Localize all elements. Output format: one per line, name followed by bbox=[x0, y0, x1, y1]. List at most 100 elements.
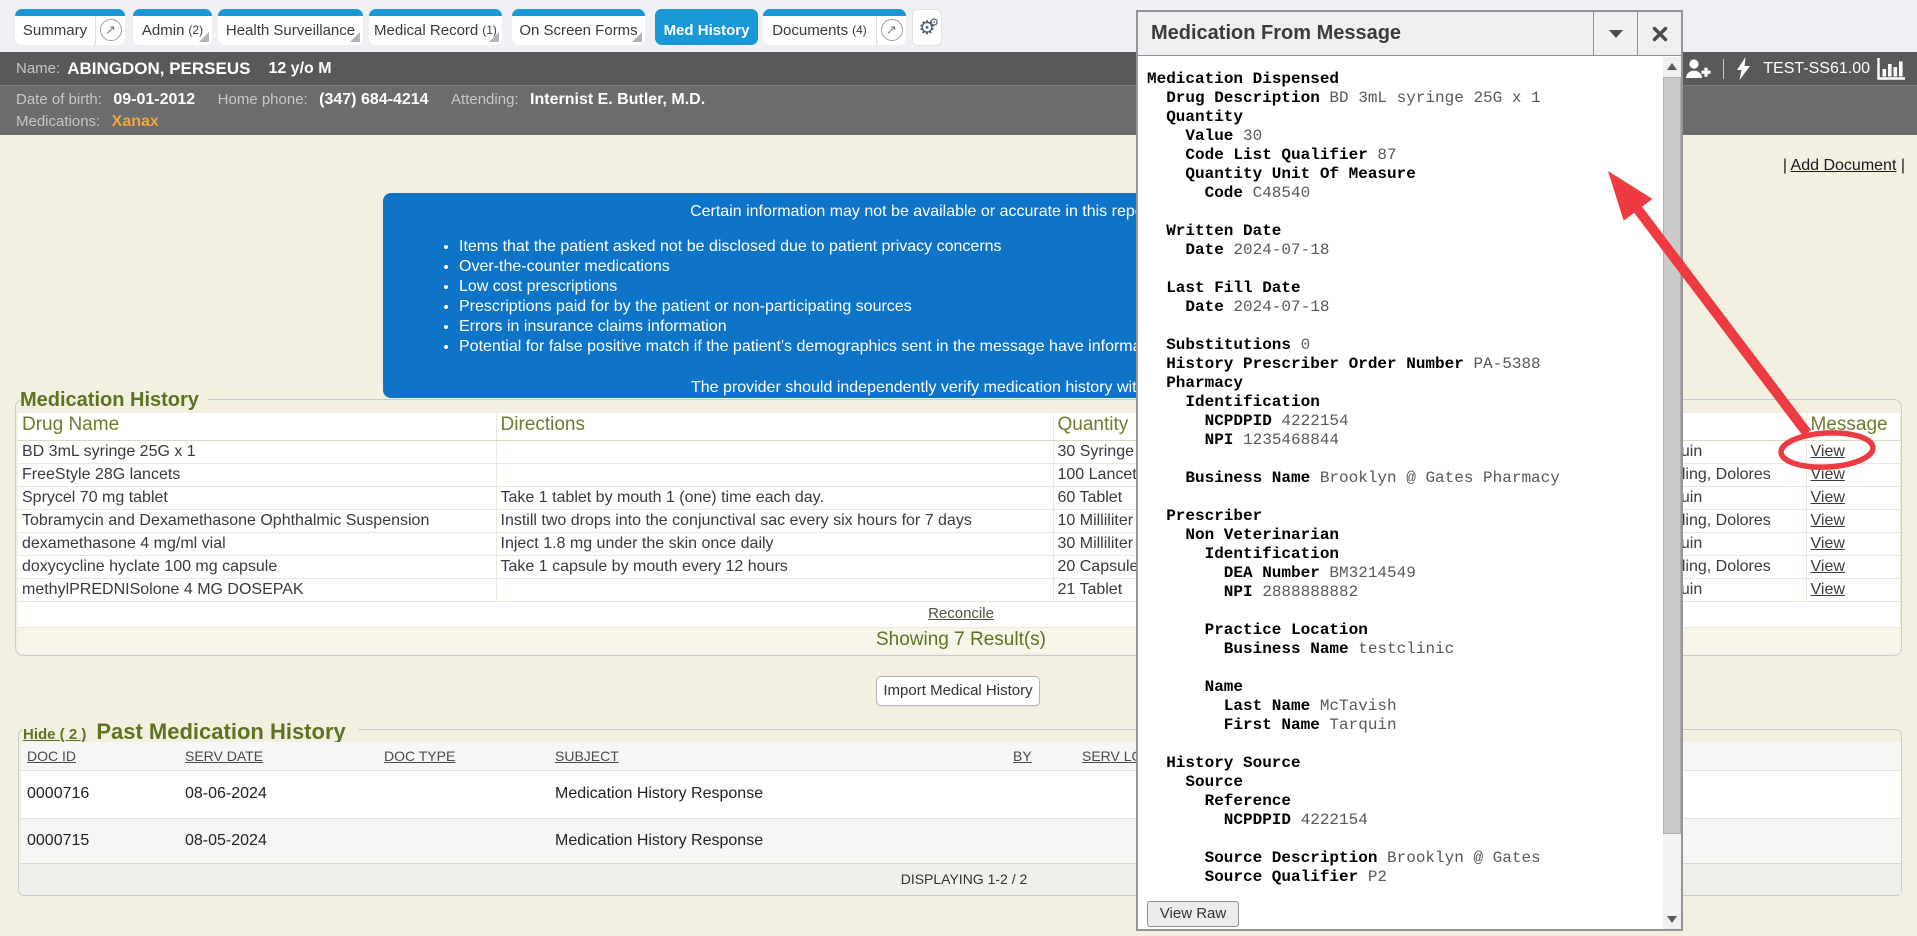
cell-drug: methylPREDNISolone 4 MG DOSEPAK bbox=[18, 578, 496, 601]
cell-directions bbox=[496, 578, 1053, 601]
message-line: Code C48540 bbox=[1147, 184, 1560, 203]
view-message-link[interactable]: View bbox=[1811, 489, 1845, 506]
tab-admin[interactable]: Admin(2) bbox=[133, 9, 212, 45]
tab-health-surveillance[interactable]: Health Surveillance bbox=[218, 9, 363, 45]
col-header-drug-name[interactable]: Drug Name bbox=[18, 413, 496, 440]
dialog-close-button[interactable] bbox=[1637, 12, 1681, 56]
tab-bar: Summary ↗ Admin(2) Health Surveillance M… bbox=[15, 9, 942, 45]
close-icon bbox=[1652, 26, 1668, 42]
message-line bbox=[1147, 602, 1560, 621]
tab-on-screen-forms[interactable]: On Screen Forms bbox=[512, 9, 645, 45]
popout-icon: ↗ bbox=[100, 19, 122, 41]
tab-med-history-label[interactable]: Med History bbox=[655, 9, 758, 45]
view-message-link[interactable]: View bbox=[1811, 558, 1845, 575]
message-line: Code List Qualifier 87 bbox=[1147, 146, 1560, 165]
message-line: Written Date bbox=[1147, 222, 1560, 241]
tab-documents-popout-button[interactable]: ↗ bbox=[876, 9, 906, 45]
message-line: Date 2024-07-18 bbox=[1147, 241, 1560, 260]
tab-summary[interactable]: Summary ↗ bbox=[15, 9, 125, 45]
tab-documents[interactable]: Documents(4) ↗ bbox=[763, 9, 906, 45]
message-line bbox=[1147, 735, 1560, 754]
dialog-scrollbar[interactable] bbox=[1663, 57, 1681, 929]
message-line: NCPDPID 4222154 bbox=[1147, 811, 1560, 830]
cell-drug: Sprycel 70 mg tablet bbox=[18, 486, 496, 509]
message-content: Medication DispensedDrug Description BD … bbox=[1147, 70, 1560, 887]
lightning-icon[interactable] bbox=[1736, 57, 1751, 81]
hide-link[interactable]: Hide ( 2 ) bbox=[23, 726, 86, 743]
cell-message: View bbox=[1806, 440, 1900, 463]
popout-icon: ↗ bbox=[881, 19, 903, 41]
view-message-link[interactable]: View bbox=[1811, 466, 1845, 483]
cell-serv-date: 08-06-2024 bbox=[179, 770, 378, 818]
cell-message: View bbox=[1806, 532, 1900, 555]
cell-doc-type bbox=[378, 818, 549, 863]
col-header-directions[interactable]: Directions bbox=[496, 413, 1053, 440]
add-document: | Add Document | bbox=[1783, 157, 1905, 175]
tab-summary-label[interactable]: Summary bbox=[15, 9, 95, 45]
message-line: Source bbox=[1147, 773, 1560, 792]
message-line: Date 2024-07-18 bbox=[1147, 298, 1560, 317]
view-message-link[interactable]: View bbox=[1811, 581, 1845, 598]
col-header-doc-type[interactable]: DOC TYPE bbox=[378, 742, 549, 770]
cell-by bbox=[1007, 818, 1076, 863]
message-line bbox=[1147, 450, 1560, 469]
message-line: History Source bbox=[1147, 754, 1560, 773]
view-message-link[interactable]: View bbox=[1811, 535, 1845, 552]
dialog-title: Medication From Message bbox=[1151, 22, 1401, 44]
view-raw-button[interactable]: View Raw bbox=[1147, 901, 1239, 927]
message-line: Source Qualifier P2 bbox=[1147, 868, 1560, 887]
col-header-doc-id[interactable]: DOC ID bbox=[21, 742, 179, 770]
message-line bbox=[1147, 317, 1560, 336]
add-document-link[interactable]: Add Document bbox=[1791, 157, 1897, 174]
cell-directions bbox=[496, 440, 1053, 463]
cell-by bbox=[1007, 770, 1076, 818]
account-code: TEST-SS61.00 bbox=[1763, 60, 1870, 78]
chevron-down-icon bbox=[1609, 30, 1623, 38]
message-line: Substitutions 0 bbox=[1147, 336, 1560, 355]
cell-message: View bbox=[1806, 578, 1900, 601]
message-line: Medication Dispensed bbox=[1147, 70, 1560, 89]
import-medical-history-button[interactable]: Import Medical History bbox=[876, 676, 1040, 706]
tab-documents-count: (4) bbox=[852, 23, 867, 37]
dialog-title-bar[interactable]: Medication From Message bbox=[1138, 12, 1681, 56]
col-header-by[interactable]: BY bbox=[1007, 742, 1076, 770]
cell-drug: BD 3mL syringe 25G x 1 bbox=[18, 440, 496, 463]
message-line: First Name Tarquin bbox=[1147, 716, 1560, 735]
message-line: Drug Description BD 3mL syringe 25G x 1 bbox=[1147, 89, 1560, 108]
col-header-subject[interactable]: SUBJECT bbox=[549, 742, 1007, 770]
message-line bbox=[1147, 659, 1560, 678]
scrollbar-thumb[interactable] bbox=[1663, 77, 1681, 834]
tab-medical-record[interactable]: Medical Record(1) bbox=[369, 9, 502, 45]
tab-health-surveillance-label[interactable]: Health Surveillance bbox=[218, 9, 363, 45]
view-message-link[interactable]: View bbox=[1811, 512, 1845, 529]
tab-medical-record-count: (1) bbox=[482, 23, 497, 37]
settings-button[interactable]: ⚙ ⚙ bbox=[912, 9, 942, 46]
view-message-link[interactable]: View bbox=[1811, 443, 1845, 460]
col-header-message[interactable]: Message bbox=[1806, 413, 1900, 440]
chart-icon[interactable] bbox=[1876, 57, 1906, 81]
message-line: Name bbox=[1147, 678, 1560, 697]
message-line: Quantity bbox=[1147, 108, 1560, 127]
scroll-down-button[interactable] bbox=[1663, 910, 1681, 929]
tab-on-screen-forms-label[interactable]: On Screen Forms bbox=[512, 9, 645, 45]
message-line: Source Description Brooklyn @ Gates bbox=[1147, 849, 1560, 868]
tab-med-history[interactable]: Med History bbox=[655, 9, 758, 45]
message-line: DEA Number BM3214549 bbox=[1147, 564, 1560, 583]
message-line: Practice Location bbox=[1147, 621, 1560, 640]
reconcile-link[interactable]: Reconcile bbox=[928, 605, 994, 622]
cell-directions bbox=[496, 463, 1053, 486]
cell-drug: doxycycline hyclate 100 mg capsule bbox=[18, 555, 496, 578]
message-line bbox=[1147, 488, 1560, 507]
message-line: NPI 1235468844 bbox=[1147, 431, 1560, 450]
arrow-up-icon bbox=[1667, 63, 1677, 70]
dialog-menu-button[interactable] bbox=[1593, 12, 1637, 56]
add-person-icon[interactable] bbox=[1685, 58, 1711, 80]
message-line bbox=[1147, 830, 1560, 849]
tab-admin-count: (2) bbox=[188, 23, 203, 37]
medications-value[interactable]: Xanax bbox=[112, 113, 159, 130]
scroll-up-button[interactable] bbox=[1663, 57, 1681, 76]
cell-drug: Tobramycin and Dexamethasone Ophthalmic … bbox=[18, 509, 496, 532]
col-header-serv-date[interactable]: SERV DATE bbox=[179, 742, 378, 770]
message-line: History Prescriber Order Number PA-5388 bbox=[1147, 355, 1560, 374]
tab-summary-popout-button[interactable]: ↗ bbox=[95, 9, 125, 45]
